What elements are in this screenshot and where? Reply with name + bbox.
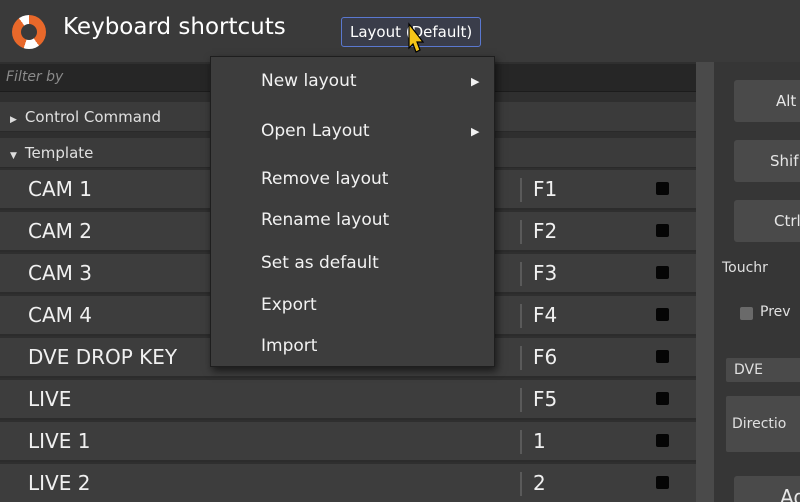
shortcut-name: CAM 1	[28, 177, 92, 201]
group-label: Template	[24, 144, 94, 162]
expanded-triangle-icon: ▼	[10, 151, 17, 161]
column-separator	[520, 220, 522, 244]
column-separator	[520, 388, 522, 412]
alt-button[interactable]: Alt	[734, 80, 800, 122]
column-separator	[520, 262, 522, 286]
mouse-cursor-icon	[408, 22, 425, 53]
shortcut-key[interactable]: F2	[533, 219, 557, 243]
shortcut-checkbox[interactable]	[656, 224, 669, 237]
shortcut-checkbox[interactable]	[656, 350, 669, 363]
group-label: Control Command	[24, 108, 162, 126]
touch-label: Touchr	[722, 260, 768, 276]
ctrl-button[interactable]: Ctrl	[734, 200, 800, 242]
shortcut-key[interactable]: F3	[533, 261, 557, 285]
shortcut-key[interactable]: 1	[533, 429, 546, 453]
column-separator	[520, 472, 522, 496]
shortcut-name: LIVE	[28, 387, 72, 411]
column-separator	[520, 178, 522, 202]
menu-item-remove-layout[interactable]: Remove layout	[261, 169, 388, 189]
menu-item-import[interactable]: Import	[261, 336, 317, 356]
shortcut-row[interactable]: LIVE 2 2	[0, 464, 696, 502]
shortcut-checkbox[interactable]	[656, 266, 669, 279]
direction-select[interactable]: Directio	[726, 396, 800, 452]
layout-context-menu: New layout ▶ Open Layout ▶ Remove layout…	[210, 56, 495, 367]
column-separator	[520, 346, 522, 370]
shortcut-checkbox[interactable]	[656, 182, 669, 195]
dve-select[interactable]: DVE	[726, 358, 800, 382]
column-separator	[520, 304, 522, 328]
shortcut-name: CAM 2	[28, 219, 92, 243]
column-separator	[520, 430, 522, 454]
add-button[interactable]: Ad	[734, 476, 800, 502]
shortcut-checkbox[interactable]	[656, 392, 669, 405]
shortcut-name: DVE DROP KEY	[28, 345, 178, 369]
collapsed-triangle-icon: ▶	[10, 115, 17, 125]
shift-button[interactable]: Shif	[734, 140, 800, 182]
app-logo-icon	[12, 15, 46, 49]
shortcut-checkbox[interactable]	[656, 308, 669, 321]
shortcut-key[interactable]: 2	[533, 471, 546, 495]
shortcut-key[interactable]: F6	[533, 345, 557, 369]
menu-item-export[interactable]: Export	[261, 295, 317, 315]
preview-checkbox[interactable]	[740, 307, 753, 320]
menu-item-open-layout[interactable]: Open Layout	[261, 121, 370, 141]
menu-item-new-layout[interactable]: New layout	[261, 71, 357, 91]
shortcut-name: LIVE 1	[28, 429, 91, 453]
window-title: Keyboard shortcuts	[63, 14, 286, 40]
modifier-panel: Alt Shif Ctrl Touchr Prev DVE Directio A…	[714, 62, 800, 502]
shortcut-key[interactable]: F4	[533, 303, 557, 327]
menu-item-set-as-default[interactable]: Set as default	[261, 253, 379, 273]
menu-item-rename-layout[interactable]: Rename layout	[261, 210, 389, 230]
shortcut-row[interactable]: LIVE 1 1	[0, 422, 696, 462]
preview-label: Prev	[760, 304, 791, 320]
shortcut-name: CAM 3	[28, 261, 92, 285]
submenu-arrow-icon: ▶	[471, 75, 480, 88]
shortcut-name: LIVE 2	[28, 471, 91, 495]
shortcut-row[interactable]: LIVE F5	[0, 380, 696, 420]
shortcut-checkbox[interactable]	[656, 476, 669, 489]
title-bar: Keyboard shortcuts Layout (Default)	[0, 0, 800, 62]
panel-splitter[interactable]	[696, 62, 714, 502]
shortcut-key[interactable]: F1	[533, 177, 557, 201]
submenu-arrow-icon: ▶	[471, 125, 480, 138]
shortcut-checkbox[interactable]	[656, 434, 669, 447]
shortcut-key[interactable]: F5	[533, 387, 557, 411]
shortcut-name: CAM 4	[28, 303, 92, 327]
